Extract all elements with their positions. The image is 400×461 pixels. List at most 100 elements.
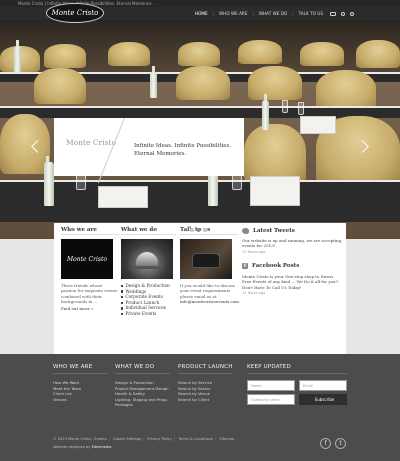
footer-column-what: WHAT WE DO Design & Production Project M… xyxy=(115,364,170,408)
service-bell-icon xyxy=(132,252,162,269)
telephone-icon xyxy=(192,253,220,268)
footer-heading: WHAT WE DO xyxy=(115,364,170,374)
chair xyxy=(34,68,86,104)
site-footer: WHO WE ARE How We Work Meet the Team Cli… xyxy=(0,354,400,461)
hero-caption-box: Monte Cristo Infinite Ideas. Infinite Po… xyxy=(54,118,244,184)
facebook-heading: f Facebook Posts xyxy=(242,263,300,270)
newsletter-name-input[interactable]: Name xyxy=(247,380,295,391)
hero-title: Monte Cristo xyxy=(66,138,116,147)
table xyxy=(0,180,400,222)
chair xyxy=(176,66,230,100)
chair xyxy=(244,124,306,184)
who-image-text: Monte Cristo xyxy=(67,255,107,263)
logo[interactable]: Monte Cristo xyxy=(46,3,104,23)
footer-heading: PRODUCT LAUNCH xyxy=(178,364,233,374)
facebook-post-time: 12 Hours ago xyxy=(242,291,266,296)
footer-link[interactable]: Search by Client xyxy=(178,397,233,403)
slider-dot[interactable] xyxy=(190,228,194,232)
who-body: Three friends whose passion for exquisit… xyxy=(61,283,118,305)
chair xyxy=(0,114,50,174)
bottle xyxy=(14,40,21,72)
chair xyxy=(238,40,282,64)
services-list: Design & Production Weddings Corporate E… xyxy=(121,283,176,317)
contact-email-link[interactable]: info@montecristoevents.com xyxy=(180,299,239,304)
tweet-text: Our website is up and running, we are ac… xyxy=(242,238,342,249)
terms-link[interactable]: Terms & Conditions xyxy=(178,437,213,441)
hero-slider: Monte Cristo Infinite Ideas. Infinite Po… xyxy=(0,20,400,239)
talk-body: If you would like to discuss your event … xyxy=(180,283,236,299)
features-section: Who we are Monte Cristo Three friends wh… xyxy=(0,223,400,354)
facebook-icon: f xyxy=(242,263,248,270)
who-image[interactable]: Monte Cristo xyxy=(61,239,113,279)
place-card xyxy=(300,116,336,134)
footer-column-product-launch: PRODUCT LAUNCH Search by Service Search … xyxy=(178,364,233,402)
chair xyxy=(108,42,150,66)
slider-next-arrow[interactable] xyxy=(356,140,372,154)
bottle xyxy=(150,66,157,98)
tweets-heading: Latest Tweets xyxy=(242,226,342,235)
chair xyxy=(300,42,344,66)
feature-card: Who we are Monte Cristo Three friends wh… xyxy=(54,223,346,354)
column-who-we-are: Who we are Monte Cristo Three friends wh… xyxy=(61,226,119,311)
footer-heading: WHO WE ARE xyxy=(53,364,108,374)
glass xyxy=(298,102,304,115)
footer-heading: KEEP UPDATED xyxy=(247,364,347,374)
nav-what-we-do[interactable]: WHAT WE DO xyxy=(257,11,289,16)
chair xyxy=(316,70,376,110)
service-item[interactable]: Design & Production xyxy=(121,283,176,289)
footer-link[interactable]: Venues xyxy=(53,397,108,403)
subscribe-button[interactable]: Subscribe xyxy=(299,394,347,405)
nav-home[interactable]: HOME xyxy=(193,11,210,16)
chair xyxy=(356,40,400,68)
hero-slide-caption: Slide xyxy=(58,172,67,176)
chair xyxy=(44,44,86,68)
facebook-icon[interactable] xyxy=(341,11,345,16)
who-heading: Who we are xyxy=(61,226,119,235)
bottle xyxy=(44,156,54,206)
main-navigation: HOME | WHO WE ARE | WHAT WE DO | TALK TO… xyxy=(193,7,354,20)
what-image[interactable] xyxy=(121,239,173,279)
hero-tagline: Infinite Ideas. Infinite Possibilities. … xyxy=(134,143,232,157)
chair xyxy=(248,66,302,100)
sitemap-link[interactable]: Sitemap xyxy=(219,437,234,441)
tweet-time: 12 Hours ago xyxy=(242,249,266,254)
slider-dot-active[interactable] xyxy=(196,228,200,232)
service-item[interactable]: Private Events xyxy=(121,311,176,317)
nav-talk-to-us[interactable]: TALK TO US xyxy=(297,11,325,16)
find-out-more-link[interactable]: Find out more » xyxy=(61,306,119,311)
newsletter-email-input[interactable]: Email xyxy=(299,380,347,391)
designer-credit: Website designed by Edesmedia xyxy=(53,445,112,449)
place-card xyxy=(98,186,148,208)
privacy-policy-link[interactable]: Privacy Policy xyxy=(147,437,172,441)
column-what-we-do: What we do Design & Production Weddings … xyxy=(121,226,176,317)
place-card xyxy=(250,176,300,206)
facebook-icon[interactable]: f xyxy=(320,438,331,449)
cookie-settings-link[interactable]: Cookie Settings xyxy=(113,437,141,441)
what-heading: What we do xyxy=(121,226,176,235)
logo-text: Monte Cristo xyxy=(51,9,99,17)
column-social: Latest Tweets Our website is up and runn… xyxy=(242,226,342,303)
designer-link[interactable]: Edesmedia xyxy=(92,445,112,449)
talk-image[interactable] xyxy=(180,239,232,279)
chair xyxy=(178,42,220,66)
email-icon[interactable] xyxy=(330,11,336,16)
footer-bottom-links: © 2013 Monte Cristo - Events | Cookie Set… xyxy=(53,437,235,441)
twitter-icon[interactable]: t xyxy=(335,438,346,449)
table xyxy=(0,106,400,118)
twitter-icon xyxy=(242,227,249,234)
slider-prev-arrow[interactable] xyxy=(28,140,44,154)
newsletter-company-input[interactable]: Company name xyxy=(247,394,295,405)
bottle xyxy=(262,94,269,130)
footer-link[interactable]: Packages xyxy=(115,402,170,408)
slider-dot[interactable] xyxy=(203,228,207,232)
footer-column-who: WHO WE ARE How We Work Meet the Team Cli… xyxy=(53,364,108,402)
talk-heading: Talk to us xyxy=(180,226,238,235)
column-talk-to-us: Talk to us If you would like to discuss … xyxy=(180,226,239,305)
glass xyxy=(282,100,288,113)
nav-who-we-are[interactable]: WHO WE ARE xyxy=(217,11,249,16)
twitter-icon[interactable] xyxy=(350,11,354,16)
copyright-text: © 2013 Monte Cristo - Events xyxy=(53,437,107,441)
footer-newsletter: KEEP UPDATED Name Email Company name Sub… xyxy=(247,364,347,424)
facebook-post-text: Monte Cristo is your One-stop shop to St… xyxy=(242,273,339,290)
slider-dots xyxy=(190,228,207,232)
